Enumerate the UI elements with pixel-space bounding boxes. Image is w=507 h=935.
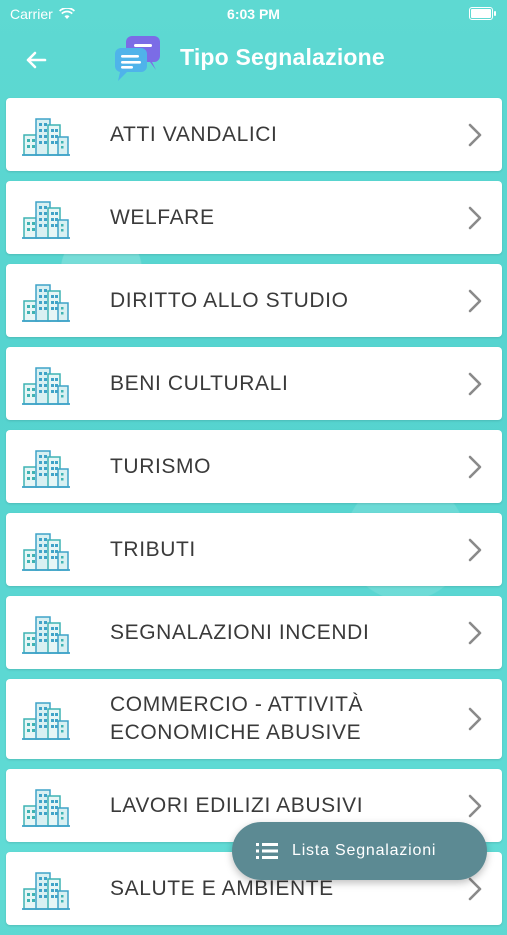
category-row-commercio[interactable]: COMMERCIO - ATTIVITÀ ECONOMICHE ABUSIVE <box>6 679 502 759</box>
category-row-diritto-allo-studio[interactable]: DIRITTO ALLO STUDIO <box>6 264 502 337</box>
status-time: 6:03 PM <box>227 6 280 22</box>
category-label: COMMERCIO - ATTIVITÀ ECONOMICHE ABUSIVE <box>110 691 432 747</box>
chat-bubbles-icon <box>115 36 160 81</box>
category-row-turismo[interactable]: TURISMO <box>6 430 502 503</box>
category-row-tributi[interactable]: TRIBUTI <box>6 513 502 586</box>
arrow-left-icon <box>26 51 47 69</box>
category-row-segnalazioni-incendi[interactable]: SEGNALAZIONI INCENDI <box>6 596 502 669</box>
category-label: TRIBUTI <box>110 537 196 561</box>
chevron-right-icon <box>468 877 482 900</box>
buildings-icon <box>22 283 70 322</box>
buildings-icon <box>22 788 70 827</box>
buildings-icon <box>22 702 70 740</box>
chevron-right-icon <box>468 538 482 561</box>
chevron-right-icon <box>468 455 482 478</box>
category-row-welfare[interactable]: WELFARE <box>6 181 502 254</box>
category-label: LAVORI EDILIZI ABUSIVI <box>110 793 364 817</box>
status-bar: Carrier 6:03 PM <box>0 0 507 28</box>
buildings-icon <box>22 449 70 488</box>
battery-icon <box>469 7 496 20</box>
category-row-beni-culturali[interactable]: BENI CULTURALI <box>6 347 502 420</box>
category-label-line1: COMMERCIO - ATTIVITÀ <box>110 693 364 716</box>
category-label: ATTI VANDALICI <box>110 122 278 146</box>
nav-bar: Tipo Segnalazione <box>0 28 507 92</box>
category-row-atti-vandalici[interactable]: ATTI VANDALICI <box>6 98 502 171</box>
category-label: TURISMO <box>110 454 212 478</box>
buildings-icon <box>22 871 70 910</box>
chevron-right-icon <box>468 707 482 731</box>
category-label: WELFARE <box>110 205 215 229</box>
category-label: DIRITTO ALLO STUDIO <box>110 288 349 312</box>
buildings-icon <box>22 200 70 239</box>
list-icon <box>256 843 278 859</box>
buildings-icon <box>22 117 70 156</box>
back-button[interactable] <box>18 42 54 78</box>
lista-segnalazioni-button[interactable]: Lista Segnalazioni <box>232 822 487 880</box>
chevron-right-icon <box>468 794 482 817</box>
buildings-icon <box>22 615 70 654</box>
chevron-right-icon <box>468 123 482 146</box>
chevron-right-icon <box>468 621 482 644</box>
category-list: ATTI VANDALICI WELFARE DIRITTO ALLO STUD… <box>6 98 502 935</box>
page-title: Tipo Segnalazione <box>180 44 385 70</box>
category-label: SEGNALAZIONI INCENDI <box>110 620 370 644</box>
chevron-right-icon <box>468 289 482 312</box>
buildings-icon <box>22 532 70 571</box>
fab-label: Lista Segnalazioni <box>292 842 437 859</box>
category-label: BENI CULTURALI <box>110 371 289 395</box>
category-label-line2: ECONOMICHE ABUSIVE <box>110 721 362 744</box>
chevron-right-icon <box>468 206 482 229</box>
buildings-icon <box>22 366 70 405</box>
chevron-right-icon <box>468 372 482 395</box>
